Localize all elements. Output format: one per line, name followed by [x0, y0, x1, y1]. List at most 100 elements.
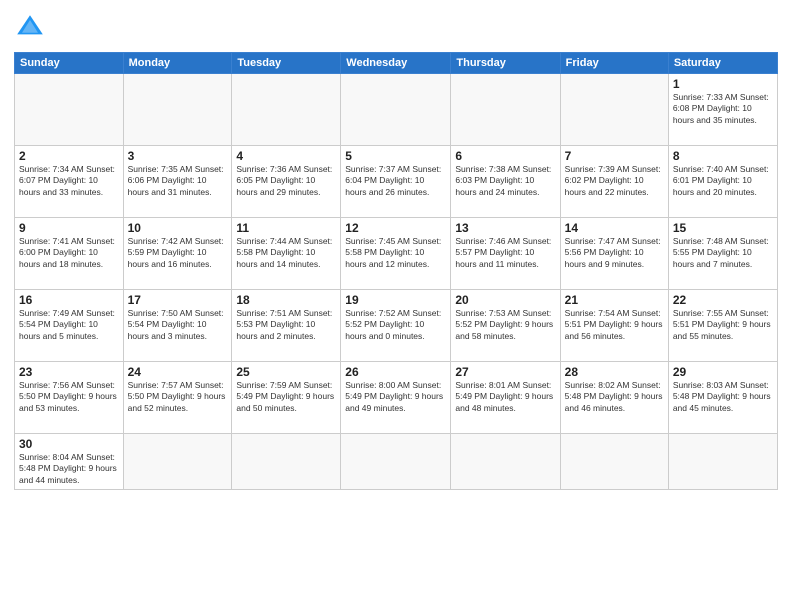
calendar-cell-5-2: [232, 434, 341, 490]
day-number: 20: [455, 293, 555, 307]
day-number: 7: [565, 149, 664, 163]
calendar-cell-5-5: [560, 434, 668, 490]
calendar-cell-3-5: 21Sunrise: 7:54 AM Sunset: 5:51 PM Dayli…: [560, 290, 668, 362]
day-info: Sunrise: 7:35 AM Sunset: 6:06 PM Dayligh…: [128, 164, 228, 198]
calendar-cell-5-4: [451, 434, 560, 490]
day-info: Sunrise: 7:47 AM Sunset: 5:56 PM Dayligh…: [565, 236, 664, 270]
day-number: 21: [565, 293, 664, 307]
calendar-header-row: SundayMondayTuesdayWednesdayThursdayFrid…: [15, 53, 778, 74]
calendar-cell-2-5: 14Sunrise: 7:47 AM Sunset: 5:56 PM Dayli…: [560, 218, 668, 290]
day-info: Sunrise: 8:04 AM Sunset: 5:48 PM Dayligh…: [19, 452, 119, 486]
day-number: 15: [673, 221, 773, 235]
day-number: 17: [128, 293, 228, 307]
calendar-cell-4-6: 29Sunrise: 8:03 AM Sunset: 5:48 PM Dayli…: [668, 362, 777, 434]
calendar-cell-3-1: 17Sunrise: 7:50 AM Sunset: 5:54 PM Dayli…: [123, 290, 232, 362]
day-info: Sunrise: 7:36 AM Sunset: 6:05 PM Dayligh…: [236, 164, 336, 198]
day-info: Sunrise: 7:48 AM Sunset: 5:55 PM Dayligh…: [673, 236, 773, 270]
day-number: 4: [236, 149, 336, 163]
calendar-cell-4-2: 25Sunrise: 7:59 AM Sunset: 5:49 PM Dayli…: [232, 362, 341, 434]
calendar-cell-2-6: 15Sunrise: 7:48 AM Sunset: 5:55 PM Dayli…: [668, 218, 777, 290]
calendar-cell-1-6: 8Sunrise: 7:40 AM Sunset: 6:01 PM Daylig…: [668, 146, 777, 218]
day-number: 23: [19, 365, 119, 379]
calendar-week-5: 30Sunrise: 8:04 AM Sunset: 5:48 PM Dayli…: [15, 434, 778, 490]
day-number: 10: [128, 221, 228, 235]
calendar-cell-0-1: [123, 74, 232, 146]
day-info: Sunrise: 7:45 AM Sunset: 5:58 PM Dayligh…: [345, 236, 446, 270]
calendar-table: SundayMondayTuesdayWednesdayThursdayFrid…: [14, 52, 778, 490]
calendar-week-4: 23Sunrise: 7:56 AM Sunset: 5:50 PM Dayli…: [15, 362, 778, 434]
calendar-cell-0-2: [232, 74, 341, 146]
calendar-cell-1-3: 5Sunrise: 7:37 AM Sunset: 6:04 PM Daylig…: [341, 146, 451, 218]
calendar-cell-1-1: 3Sunrise: 7:35 AM Sunset: 6:06 PM Daylig…: [123, 146, 232, 218]
day-info: Sunrise: 7:55 AM Sunset: 5:51 PM Dayligh…: [673, 308, 773, 342]
day-info: Sunrise: 8:01 AM Sunset: 5:49 PM Dayligh…: [455, 380, 555, 414]
day-number: 6: [455, 149, 555, 163]
day-number: 11: [236, 221, 336, 235]
calendar-cell-5-1: [123, 434, 232, 490]
calendar-cell-4-0: 23Sunrise: 7:56 AM Sunset: 5:50 PM Dayli…: [15, 362, 124, 434]
day-info: Sunrise: 8:02 AM Sunset: 5:48 PM Dayligh…: [565, 380, 664, 414]
calendar-cell-5-0: 30Sunrise: 8:04 AM Sunset: 5:48 PM Dayli…: [15, 434, 124, 490]
calendar-cell-3-2: 18Sunrise: 7:51 AM Sunset: 5:53 PM Dayli…: [232, 290, 341, 362]
day-number: 28: [565, 365, 664, 379]
calendar-cell-3-0: 16Sunrise: 7:49 AM Sunset: 5:54 PM Dayli…: [15, 290, 124, 362]
calendar-cell-2-2: 11Sunrise: 7:44 AM Sunset: 5:58 PM Dayli…: [232, 218, 341, 290]
calendar-header-thursday: Thursday: [451, 53, 560, 74]
day-number: 9: [19, 221, 119, 235]
calendar-header-saturday: Saturday: [668, 53, 777, 74]
day-number: 24: [128, 365, 228, 379]
day-number: 26: [345, 365, 446, 379]
calendar-cell-0-4: [451, 74, 560, 146]
page: SundayMondayTuesdayWednesdayThursdayFrid…: [0, 0, 792, 612]
calendar-cell-4-5: 28Sunrise: 8:02 AM Sunset: 5:48 PM Dayli…: [560, 362, 668, 434]
calendar-cell-0-5: [560, 74, 668, 146]
calendar-cell-1-5: 7Sunrise: 7:39 AM Sunset: 6:02 PM Daylig…: [560, 146, 668, 218]
day-info: Sunrise: 7:53 AM Sunset: 5:52 PM Dayligh…: [455, 308, 555, 342]
calendar-header-wednesday: Wednesday: [341, 53, 451, 74]
day-number: 13: [455, 221, 555, 235]
calendar-header-tuesday: Tuesday: [232, 53, 341, 74]
day-info: Sunrise: 8:03 AM Sunset: 5:48 PM Dayligh…: [673, 380, 773, 414]
day-info: Sunrise: 7:54 AM Sunset: 5:51 PM Dayligh…: [565, 308, 664, 342]
calendar-header-friday: Friday: [560, 53, 668, 74]
day-info: Sunrise: 7:51 AM Sunset: 5:53 PM Dayligh…: [236, 308, 336, 342]
header: [14, 12, 778, 44]
calendar-cell-0-3: [341, 74, 451, 146]
day-info: Sunrise: 7:59 AM Sunset: 5:49 PM Dayligh…: [236, 380, 336, 414]
calendar-header-sunday: Sunday: [15, 53, 124, 74]
day-info: Sunrise: 7:38 AM Sunset: 6:03 PM Dayligh…: [455, 164, 555, 198]
calendar-cell-3-6: 22Sunrise: 7:55 AM Sunset: 5:51 PM Dayli…: [668, 290, 777, 362]
calendar-cell-4-1: 24Sunrise: 7:57 AM Sunset: 5:50 PM Dayli…: [123, 362, 232, 434]
day-info: Sunrise: 7:39 AM Sunset: 6:02 PM Dayligh…: [565, 164, 664, 198]
day-number: 16: [19, 293, 119, 307]
day-number: 29: [673, 365, 773, 379]
logo-icon: [14, 12, 46, 44]
day-number: 5: [345, 149, 446, 163]
day-info: Sunrise: 7:42 AM Sunset: 5:59 PM Dayligh…: [128, 236, 228, 270]
calendar-week-0: 1Sunrise: 7:33 AM Sunset: 6:08 PM Daylig…: [15, 74, 778, 146]
calendar-cell-4-4: 27Sunrise: 8:01 AM Sunset: 5:49 PM Dayli…: [451, 362, 560, 434]
calendar-cell-2-4: 13Sunrise: 7:46 AM Sunset: 5:57 PM Dayli…: [451, 218, 560, 290]
calendar-cell-0-0: [15, 74, 124, 146]
calendar-header-monday: Monday: [123, 53, 232, 74]
calendar-cell-0-6: 1Sunrise: 7:33 AM Sunset: 6:08 PM Daylig…: [668, 74, 777, 146]
day-number: 3: [128, 149, 228, 163]
calendar-cell-2-3: 12Sunrise: 7:45 AM Sunset: 5:58 PM Dayli…: [341, 218, 451, 290]
calendar-week-2: 9Sunrise: 7:41 AM Sunset: 6:00 PM Daylig…: [15, 218, 778, 290]
day-info: Sunrise: 7:41 AM Sunset: 6:00 PM Dayligh…: [19, 236, 119, 270]
day-info: Sunrise: 7:49 AM Sunset: 5:54 PM Dayligh…: [19, 308, 119, 342]
calendar-week-1: 2Sunrise: 7:34 AM Sunset: 6:07 PM Daylig…: [15, 146, 778, 218]
day-number: 18: [236, 293, 336, 307]
day-info: Sunrise: 7:33 AM Sunset: 6:08 PM Dayligh…: [673, 92, 773, 126]
day-info: Sunrise: 8:00 AM Sunset: 5:49 PM Dayligh…: [345, 380, 446, 414]
calendar-cell-1-4: 6Sunrise: 7:38 AM Sunset: 6:03 PM Daylig…: [451, 146, 560, 218]
logo: [14, 12, 50, 44]
calendar-cell-2-0: 9Sunrise: 7:41 AM Sunset: 6:00 PM Daylig…: [15, 218, 124, 290]
day-number: 14: [565, 221, 664, 235]
calendar-cell-5-3: [341, 434, 451, 490]
day-info: Sunrise: 7:34 AM Sunset: 6:07 PM Dayligh…: [19, 164, 119, 198]
day-number: 8: [673, 149, 773, 163]
calendar-cell-1-2: 4Sunrise: 7:36 AM Sunset: 6:05 PM Daylig…: [232, 146, 341, 218]
calendar-cell-3-4: 20Sunrise: 7:53 AM Sunset: 5:52 PM Dayli…: [451, 290, 560, 362]
day-number: 22: [673, 293, 773, 307]
